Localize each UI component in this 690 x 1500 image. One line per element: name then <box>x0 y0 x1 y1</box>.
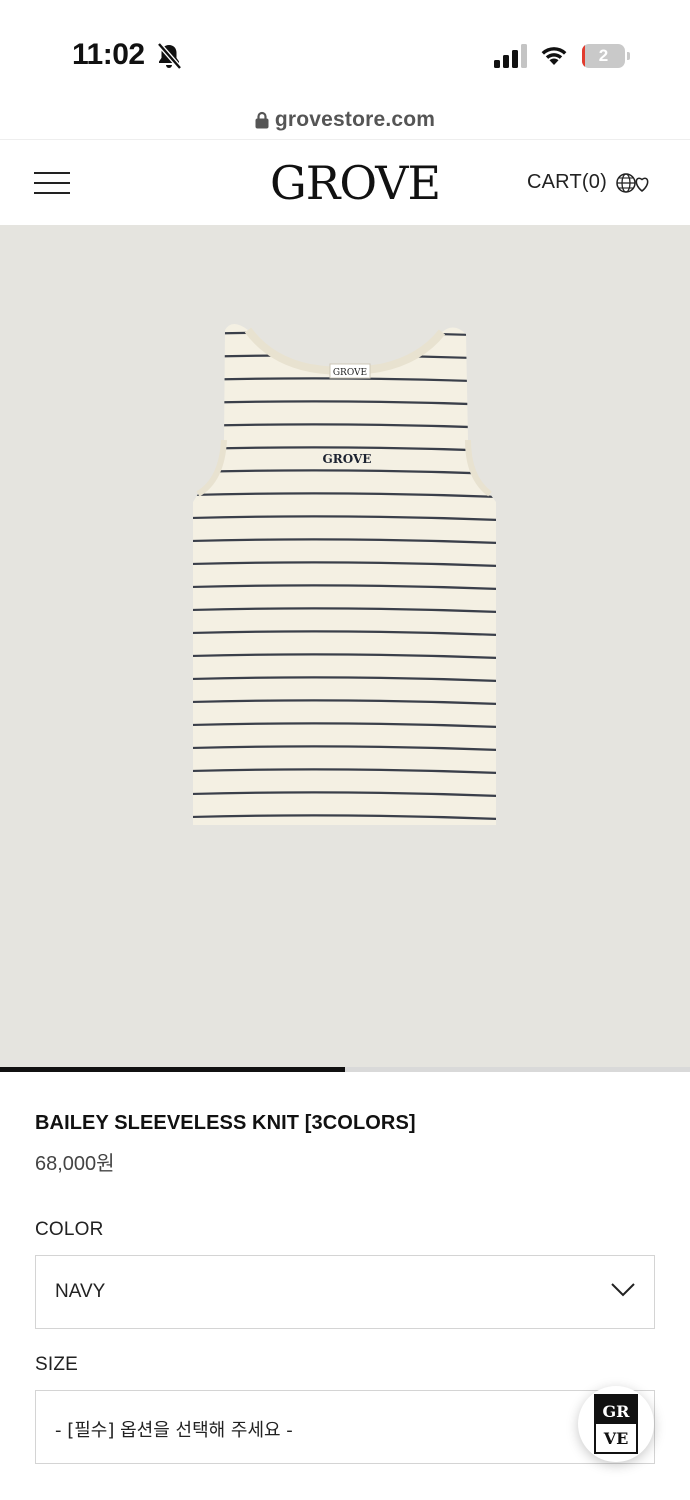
bell-slash-icon <box>157 42 182 70</box>
battery-icon: 2 <box>582 44 630 68</box>
color-select[interactable]: NAVY <box>35 1255 655 1329</box>
product-title: BAILEY SLEEVELESS KNIT [3COLORS] <box>35 1112 416 1134</box>
color-select-value: NAVY <box>55 1281 106 1302</box>
product-image-gallery[interactable]: GROVE GROVE <box>0 225 690 1067</box>
site-header: GROVE CART(0) <box>0 141 690 225</box>
globe-heart-icon[interactable] <box>615 171 653 195</box>
lock-icon <box>255 111 269 128</box>
url-text: grovestore.com <box>274 107 436 131</box>
wifi-icon <box>541 47 567 65</box>
cellular-signal-icon <box>494 44 527 68</box>
product-price: 68,000원 <box>35 1153 115 1175</box>
fab-mark-bottom: VE <box>603 1429 629 1448</box>
chest-embroidery-text: GROVE <box>323 452 372 466</box>
color-option-label: COLOR <box>35 1219 104 1240</box>
brand-logo[interactable]: GROVE <box>270 159 441 207</box>
neck-label-text: GROVE <box>333 368 367 378</box>
gallery-progress-fill <box>0 1067 345 1072</box>
product-image: GROVE GROVE <box>193 324 496 825</box>
status-time: 11:02 <box>72 38 145 71</box>
gallery-progress-bar <box>0 1067 690 1072</box>
fab-mark-top: GR <box>603 1402 631 1421</box>
size-select[interactable]: - [필수] 옵션을 선택해 주세요 - <box>35 1390 655 1464</box>
browser-url-bar[interactable]: grovestore.com <box>0 100 690 140</box>
status-bar: 11:02 2 <box>0 0 690 100</box>
chevron-down-icon <box>611 1283 635 1297</box>
battery-level: 2 <box>598 46 609 65</box>
floating-brand-button[interactable]: GR VE <box>578 1386 654 1462</box>
size-option-label: SIZE <box>35 1354 79 1375</box>
cart-link[interactable]: CART(0) <box>527 171 607 194</box>
size-select-value: - [필수] 옵션을 선택해 주세요 - <box>55 1420 293 1441</box>
hamburger-menu-icon[interactable] <box>34 172 70 194</box>
brand-chat-icon: GR VE <box>594 1394 638 1454</box>
